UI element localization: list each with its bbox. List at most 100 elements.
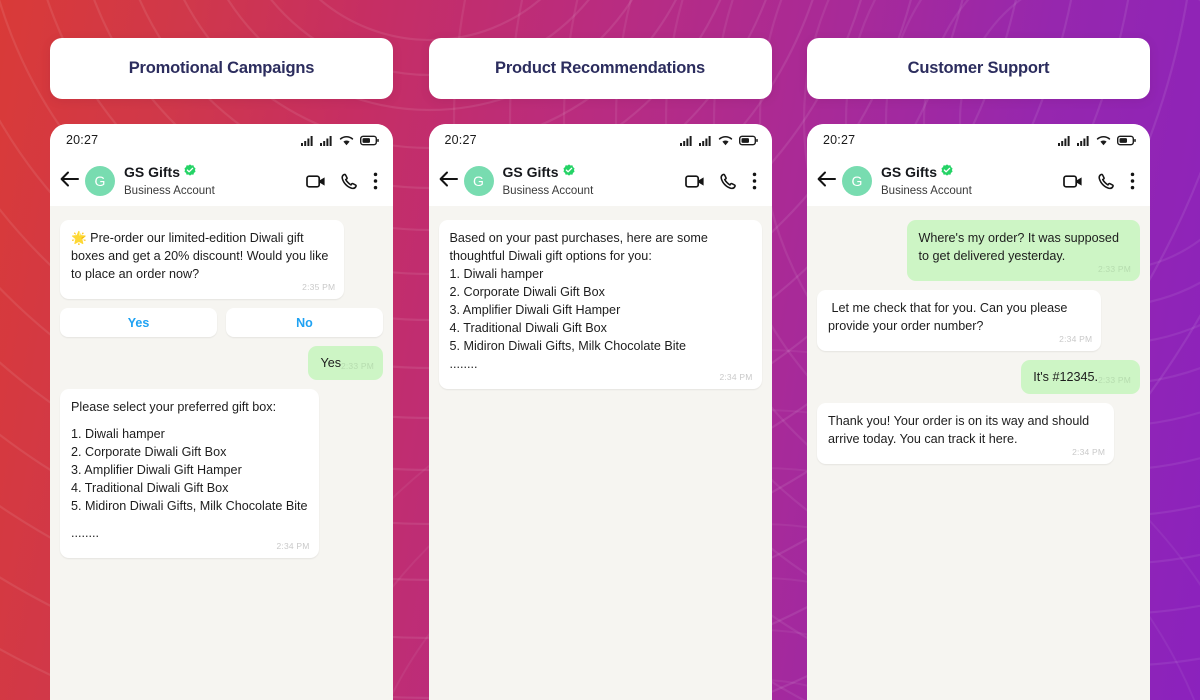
message-text: Let me check that for you. Can you pleas…: [828, 301, 1071, 333]
panel-title-card: Promotional Campaigns: [50, 38, 393, 99]
back-arrow-icon[interactable]: [439, 171, 458, 192]
back-arrow-icon[interactable]: [60, 171, 79, 192]
message-list-item: 4. Traditional Diwali Gift Box: [71, 481, 229, 495]
chat-bubble-incoming: Based on your past purchases, here are s…: [438, 220, 762, 389]
wifi-icon: [1096, 135, 1111, 145]
status-icon-group: [301, 135, 379, 146]
message-text: 🌟 Pre-order our limited-edition Diwali g…: [71, 231, 332, 281]
message-row: Yes 2:33 PM: [60, 346, 383, 380]
contact-info[interactable]: GS Gifts Business Account: [503, 163, 685, 199]
wifi-icon: [718, 135, 732, 145]
video-call-icon[interactable]: [1063, 174, 1083, 189]
message-list-item: 3. Amplifier Diwali Gift Hamper: [71, 463, 242, 477]
more-options-icon[interactable]: [752, 172, 757, 190]
chat-message-list: Where's my order? It was supposed to get…: [807, 206, 1150, 700]
message-row: It's #12345. 2:33 PM: [817, 360, 1140, 394]
back-arrow-icon[interactable]: [817, 171, 836, 192]
message-timestamp: 2:34 PM: [1059, 334, 1093, 344]
message-timestamp: 2:34 PM: [1072, 447, 1106, 457]
signal-icon: [1077, 135, 1089, 146]
message-ellipsis: ........: [449, 357, 478, 371]
quick-reply-yes-button[interactable]: Yes: [60, 308, 217, 337]
verified-badge-icon: [184, 163, 196, 181]
chat-header: G GS Gifts Business Account: [807, 156, 1150, 206]
chat-message-list: 🌟 Pre-order our limited-edition Diwali g…: [50, 206, 393, 700]
message-text: Yes: [320, 356, 341, 370]
message-row: Where's my order? It was supposed to get…: [817, 220, 1140, 281]
message-list-item: 5. Midiron Diwali Gifts, Milk Chocolate …: [449, 339, 687, 353]
page-title: Product Recommendations: [495, 59, 705, 77]
phone-mockup: 20:27 G GS Gifts: [50, 124, 393, 700]
message-list-item: 2. Corporate Diwali Gift Box: [449, 285, 605, 299]
message-list-item: 1. Diwali hamper: [71, 427, 165, 441]
more-options-icon[interactable]: [1130, 172, 1135, 190]
message-text: Based on your past purchases, here are s…: [449, 231, 712, 263]
contact-name: GS Gifts: [881, 164, 938, 180]
wifi-icon: [339, 135, 354, 145]
video-call-icon[interactable]: [306, 174, 326, 189]
battery-icon: [738, 135, 758, 145]
message-timestamp: 2:35 PM: [302, 282, 336, 292]
text-spacer: [71, 416, 308, 425]
panel-title-card: Product Recommendations: [428, 38, 772, 99]
battery-icon: [1117, 135, 1136, 145]
chat-bubble-incoming: Please select your preferred gift box: 1…: [60, 389, 319, 558]
chat-message-list: Based on your past purchases, here are s…: [428, 206, 772, 700]
signal-icon: [679, 135, 692, 146]
status-time: 20:27: [823, 133, 856, 147]
message-row: Please select your preferred gift box: 1…: [60, 389, 383, 558]
chat-bubble-outgoing: It's #12345. 2:33 PM: [1021, 360, 1140, 394]
phone-mockup: 20:27 G GS Gifts: [807, 124, 1150, 700]
contact-subtitle: Business Account: [502, 185, 594, 197]
message-list-item: 2. Corporate Diwali Gift Box: [71, 445, 227, 459]
battery-icon: [360, 135, 379, 145]
text-spacer: [71, 515, 308, 524]
panel-columns: Promotional Campaigns 20:27 G GS Gifts B…: [0, 0, 1200, 700]
avatar[interactable]: G: [85, 166, 115, 196]
phone-status-bar: 20:27: [428, 124, 772, 156]
chat-header-actions: [1063, 172, 1138, 190]
page-title: Promotional Campaigns: [128, 59, 315, 77]
video-call-icon[interactable]: [684, 174, 705, 189]
quick-reply-buttons: Yes No: [60, 308, 383, 337]
message-timestamp: 2:33 PM: [1097, 375, 1131, 385]
panel-title-card: Customer Support: [807, 38, 1150, 99]
avatar[interactable]: G: [463, 166, 494, 196]
signal-icon: [301, 135, 313, 146]
panel-product-recommendations: Product Recommendations 20:27 G GS Gifts…: [428, 0, 772, 700]
panel-promotional-campaigns: Promotional Campaigns 20:27 G GS Gifts B…: [50, 0, 393, 700]
chat-header-actions: [306, 172, 381, 190]
message-row: 🌟 Pre-order our limited-edition Diwali g…: [60, 220, 383, 299]
signal-icon: [1058, 135, 1070, 146]
phone-mockup: 20:27 G GS Gifts: [428, 124, 772, 700]
phone-call-icon[interactable]: [341, 173, 358, 190]
poster-canvas: Promotional Campaigns 20:27 G GS Gifts B…: [0, 0, 1200, 700]
message-row: Thank you! Your order is on its way and …: [817, 403, 1140, 464]
contact-info[interactable]: GS Gifts Business Account: [124, 163, 306, 199]
quick-reply-no-button[interactable]: No: [226, 308, 383, 337]
status-icon-group: [1058, 135, 1136, 146]
message-list-item: 4. Traditional Diwali Gift Box: [449, 321, 607, 335]
page-title: Customer Support: [907, 59, 1050, 77]
message-timestamp: 2:34 PM: [276, 541, 310, 551]
verified-badge-icon: [941, 163, 953, 181]
phone-status-bar: 20:27: [50, 124, 393, 156]
message-row: Let me check that for you. Can you pleas…: [817, 290, 1140, 351]
chat-header-actions: [684, 172, 760, 190]
message-list-item: 3. Amplifier Diwali Gift Hamper: [449, 303, 621, 317]
phone-call-icon[interactable]: [1098, 173, 1115, 190]
signal-icon: [698, 135, 711, 146]
contact-info[interactable]: GS Gifts Business Account: [881, 163, 1063, 199]
message-row: Based on your past purchases, here are s…: [438, 220, 762, 389]
phone-status-bar: 20:27: [807, 124, 1150, 156]
chat-bubble-outgoing: Yes 2:33 PM: [308, 346, 383, 380]
avatar[interactable]: G: [842, 166, 872, 196]
status-icon-group: [679, 135, 758, 146]
contact-name: GS Gifts: [124, 164, 181, 180]
more-options-icon[interactable]: [373, 172, 378, 190]
contact-name: GS Gifts: [502, 164, 559, 180]
message-text: Thank you! Your order is on its way and …: [828, 414, 1093, 446]
phone-call-icon[interactable]: [719, 173, 737, 190]
message-timestamp: 2:33 PM: [1097, 264, 1131, 274]
message-text: Please select your preferred gift box:: [71, 400, 277, 414]
